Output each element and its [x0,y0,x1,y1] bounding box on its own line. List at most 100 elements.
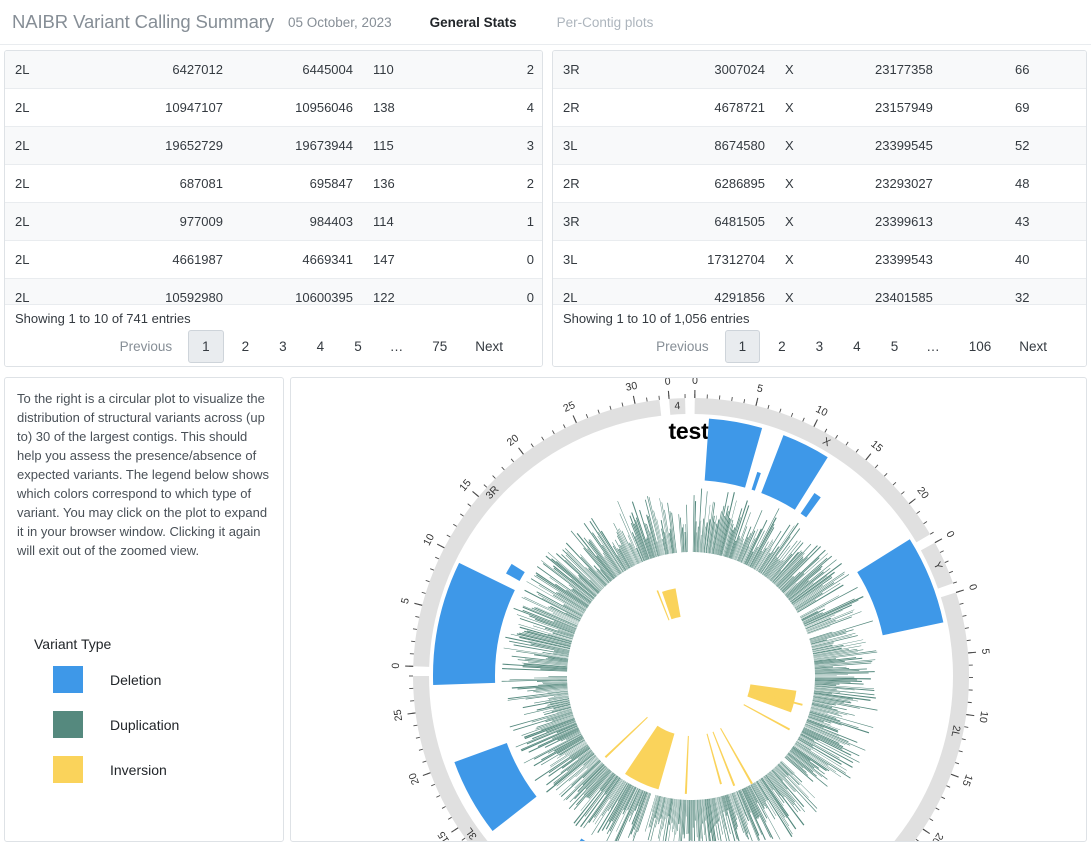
left-page-next[interactable]: Next [465,333,513,360]
table-row[interactable]: 2L 19652729 19673944 115 3 [5,126,542,165]
tab-bar: General Stats Per-Contig plots [428,11,656,34]
table-row[interactable]: 3L 8674580 X 23399545 52 [553,126,1086,165]
cell-col4: 122 [363,278,473,304]
right-page-last[interactable]: 106 [957,333,1004,360]
tab-general-stats[interactable]: General Stats [428,11,519,34]
cell-contig: 3R [553,51,630,89]
svg-text:5: 5 [979,648,991,655]
circos-plot-panel: test 0 5 10 15 20 25 30 3R 0 4 0 5 10 15 20 X 0 Y 0 5 10 15 20… [290,377,1087,842]
cell-start: 10947107 [83,88,233,127]
left-table-footer: Showing 1 to 10 of 741 entries Previous … [5,304,542,366]
page-root: NAIBR Variant Calling Summary 05 October… [0,0,1091,845]
left-page-last[interactable]: 75 [420,333,459,360]
table-row[interactable]: 2L 977009 984403 114 1 [5,202,542,241]
circos-diagram: 0510152025303R0405101520X0Y051015202L051… [390,378,991,841]
left-page-2[interactable]: 2 [230,333,262,360]
legend-swatch-deletion [53,666,83,693]
cell-score: 48 [1005,164,1086,203]
left-page-ellipsis: … [389,339,405,354]
left-showing-entries: Showing 1 to 10 of 741 entries [15,311,191,326]
table-row[interactable]: 3R 6481505 X 23399613 43 [553,202,1086,241]
tab-per-contig-plots[interactable]: Per-Contig plots [555,11,656,34]
cell-contig: 3L [553,240,630,279]
right-table-panel: 3R 3007024 X 23177358 66 2R 4678721 X 23157949 69… [552,50,1087,367]
cell-position: 4678721 [630,88,775,127]
table-row[interactable]: 2R 4678721 X 23157949 69 [553,88,1086,127]
cell-start: 4661987 [83,240,233,279]
cell-end: 984403 [233,202,363,241]
circos-plot-clickable[interactable]: test 0 5 10 15 20 25 30 3R 0 4 0 5 10 15 20 X 0 Y 0 5 10 15 20… [291,378,1086,841]
cell-contig: 3L [553,126,630,165]
cell-chrom: X [775,88,865,127]
cell-contig: 2L [5,164,83,203]
svg-text:0: 0 [390,662,402,668]
table-row[interactable]: 2L 687081 695847 136 2 [5,164,542,203]
right-table-scroll-region[interactable]: 3R 3007024 X 23177358 66 2R 4678721 X 23157949 69… [553,51,1086,304]
cell-end: 6445004 [233,51,363,89]
table-row[interactable]: 2L 10592980 10600395 122 0 [5,278,542,304]
left-page-1[interactable]: 1 [188,330,224,363]
svg-text:25: 25 [561,399,577,415]
cell-col4: 110 [363,51,473,89]
cell-contig: 2L [5,202,83,241]
svg-text:25: 25 [392,708,405,721]
svg-text:20: 20 [407,771,422,786]
svg-text:5: 5 [399,596,412,605]
svg-text:20: 20 [914,485,931,502]
variant-type-legend: Variant Type Deletion Duplication Inversio… [5,636,283,783]
table-row[interactable]: 2L 10947107 10956046 138 4 [5,88,542,127]
cell-position: 6286895 [630,164,775,203]
table-row[interactable]: 2L 4661987 4669341 147 0 [5,240,542,279]
cell-position2: 23399613 [865,202,1005,241]
cell-chrom: X [775,240,865,279]
cell-col5: 2 [473,164,542,203]
legend-swatch-duplication [53,711,83,738]
right-page-2[interactable]: 2 [766,333,798,360]
cell-contig: 2L [5,240,83,279]
cell-chrom: X [775,51,865,89]
cell-position2: 23157949 [865,88,1005,127]
left-page-previous[interactable]: Previous [110,333,183,360]
left-page-4[interactable]: 4 [305,333,337,360]
right-page-5[interactable]: 5 [879,333,911,360]
cell-end: 695847 [233,164,363,203]
right-showing-entries: Showing 1 to 10 of 1,056 entries [563,311,750,326]
right-page-4[interactable]: 4 [841,333,873,360]
svg-text:15: 15 [435,829,452,841]
table-row[interactable]: 2L 4291856 X 23401585 32 [553,278,1086,304]
svg-text:20: 20 [505,432,522,449]
right-page-1[interactable]: 1 [724,330,761,363]
left-table-panel: 2L 6427012 6445004 110 2 2L 10947107 10956046 13… [4,50,543,367]
cell-position2: 23399545 [865,126,1005,165]
legend-item: Deletion [27,666,283,693]
svg-text:30: 30 [625,380,639,394]
legend-title: Variant Type [34,636,112,652]
cell-col4: 138 [363,88,473,127]
right-data-table: 3R 3007024 X 23177358 66 2R 4678721 X 23157949 69… [553,51,1086,304]
svg-text:0: 0 [664,378,671,388]
legend-item: Inversion [27,756,283,783]
right-page-previous[interactable]: Previous [646,333,719,360]
table-row[interactable]: 3L 17312704 X 23399543 40 [553,240,1086,279]
right-page-next[interactable]: Next [1009,333,1057,360]
table-row[interactable]: 2R 6286895 X 23293027 48 [553,164,1086,203]
legend-item: Duplication [27,711,283,738]
cell-position2: 23399543 [865,240,1005,279]
svg-text:15: 15 [868,438,885,455]
cell-position: 17312704 [630,240,775,279]
svg-text:4: 4 [674,400,681,412]
cell-position2: 23401585 [865,278,1005,304]
left-page-5[interactable]: 5 [342,333,374,360]
cell-contig: 2R [553,164,630,203]
table-row[interactable]: 2L 6427012 6445004 110 2 [5,51,542,89]
cell-chrom: X [775,202,865,241]
right-page-ellipsis: … [926,339,941,354]
legend-swatch-inversion [53,756,83,783]
left-table-scroll-region[interactable]: 2L 6427012 6445004 110 2 2L 10947107 10956046 13… [5,51,542,304]
cell-position2: 23293027 [865,164,1005,203]
right-page-3[interactable]: 3 [804,333,836,360]
cell-score: 69 [1005,88,1086,127]
svg-text:10: 10 [977,710,991,723]
left-page-3[interactable]: 3 [267,333,299,360]
table-row[interactable]: 3R 3007024 X 23177358 66 [553,51,1086,89]
